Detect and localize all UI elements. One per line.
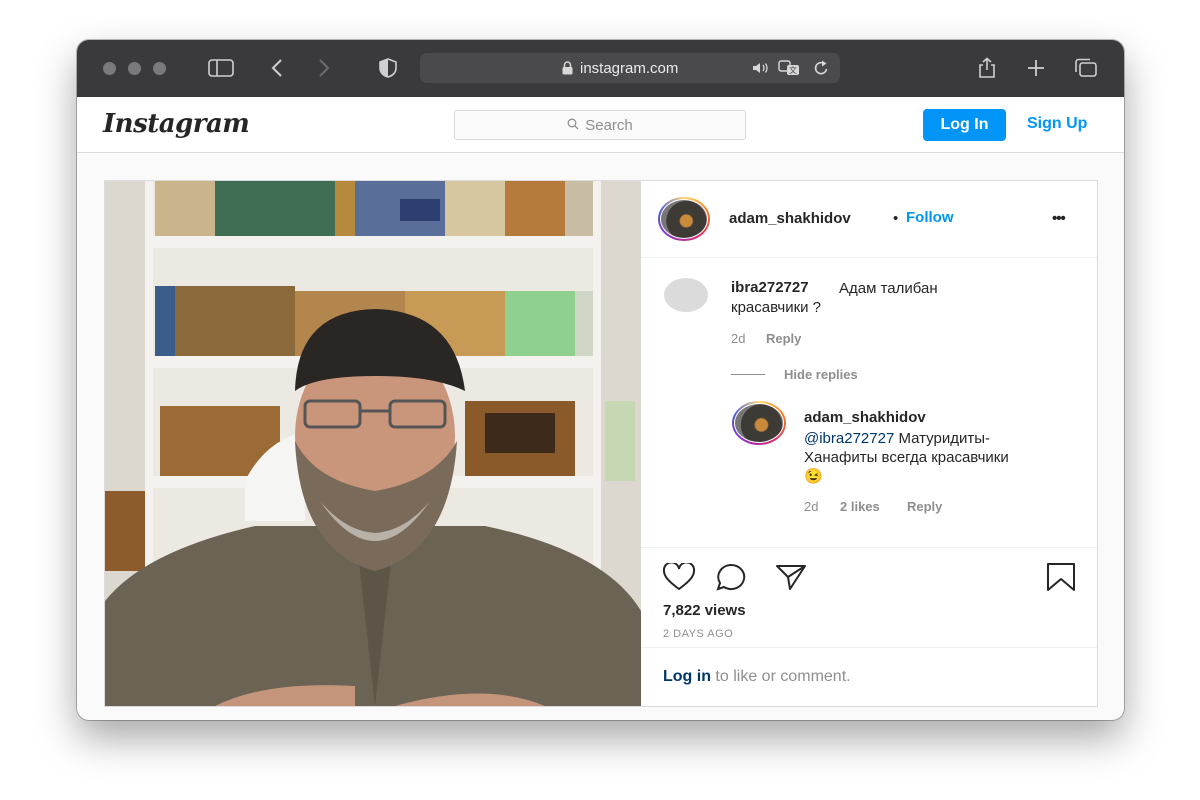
search-placeholder: Search [585,116,633,134]
instagram-header: Instagram Search Log In Sign Up [77,97,1124,153]
speaker-icon[interactable] [752,61,770,80]
post-card: adam_shakhidov • Follow ••• ibra272727 А… [104,180,1098,707]
comment-age[interactable]: 2d [731,331,745,346]
tab-overview-icon[interactable] [1073,56,1099,80]
svg-text:文: 文 [789,65,797,75]
post-video-frame [105,181,641,706]
login-prompt-text: Log in to like or comment. [663,668,851,685]
close-window-button[interactable] [103,62,116,75]
reply-avatar-image [735,404,783,442]
reply-age[interactable]: 2d [804,499,818,514]
login-link[interactable]: Log in [663,668,711,685]
share-paper-plane-icon[interactable] [775,563,807,596]
reply-likes[interactable]: 2 likes [840,499,880,514]
reply-mention[interactable]: @ibra272727 [804,430,894,447]
comment-bubble-icon[interactable] [715,563,747,596]
login-prompt: Log in to like or comment. [641,647,1097,707]
zoom-window-button[interactable] [153,62,166,75]
instagram-logo[interactable]: Instagram [103,109,250,139]
reply-author-avatar[interactable] [732,401,786,445]
follow-button[interactable]: Follow [906,209,954,226]
views-count[interactable]: 7,822 views [663,602,746,619]
reload-icon[interactable] [814,60,829,81]
bookmark-icon[interactable] [1046,562,1076,597]
reply-reply-button[interactable]: Reply [907,499,942,514]
search-icon [567,117,579,134]
author-avatar-image [661,200,707,238]
share-icon[interactable] [974,56,1000,80]
search-input[interactable]: Search [454,110,746,140]
more-options-icon[interactable]: ••• [1052,209,1066,228]
signup-link[interactable]: Sign Up [1027,115,1087,133]
post-side-panel: adam_shakhidov • Follow ••• ibra272727 А… [641,181,1097,706]
sidebar-toggle-icon[interactable] [208,56,234,80]
privacy-shield-icon[interactable] [375,56,401,80]
author-avatar[interactable] [658,197,710,241]
back-button[interactable] [264,56,290,80]
commenter-avatar[interactable] [664,278,708,312]
address-bar[interactable]: instagram.com 文 [420,53,840,83]
reply-text-line2: Ханафиты всегда красавчики [804,449,1009,466]
browser-toolbar: instagram.com 文 [77,40,1124,97]
comment-text-line1: Адам талибан [839,280,938,297]
translate-icon[interactable]: 文 [778,60,800,81]
url-text: instagram.com [580,60,679,77]
follow-separator: • [893,210,899,227]
post-actions: 7,822 views 2 DAYS AGO [641,547,1097,648]
comment-username[interactable]: ibra272727 [731,279,809,296]
lock-icon [562,61,573,80]
comment-reply-button[interactable]: Reply [766,331,801,346]
reply-emoji: 😉 [804,468,823,485]
login-button[interactable]: Log In [923,109,1006,141]
post-header: adam_shakhidov • Follow ••• [641,181,1097,258]
minimize-window-button[interactable] [128,62,141,75]
post-timestamp[interactable]: 2 DAYS AGO [663,628,733,640]
author-username[interactable]: adam_shakhidov [729,210,851,227]
reply-text-line1: @ibra272727 Матуридиты- [804,430,991,447]
browser-window: instagram.com 文 Instagram Search Log In … [77,40,1124,720]
comment-text-line2: красавчики ? [731,299,822,316]
hide-replies-button[interactable]: Hide replies [784,367,858,382]
like-heart-icon[interactable] [662,561,696,596]
post-video[interactable] [105,181,641,706]
new-tab-icon[interactable] [1023,56,1049,80]
reply-username[interactable]: adam_shakhidov [804,409,926,426]
hide-replies-line [731,374,765,375]
forward-button[interactable] [311,56,337,80]
